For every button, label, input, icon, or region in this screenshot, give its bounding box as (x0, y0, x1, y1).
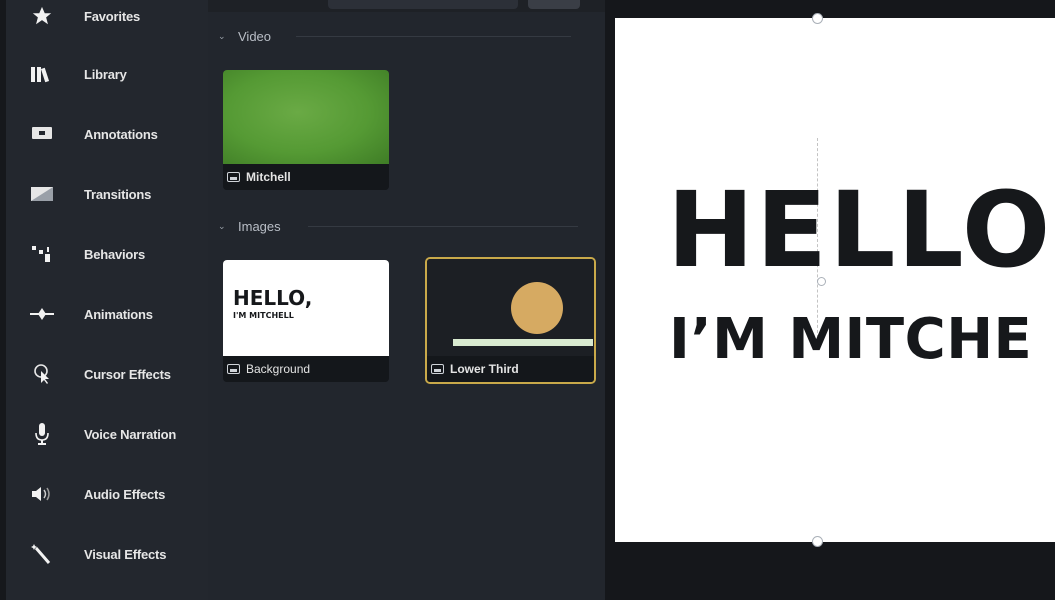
clip-name: Background (246, 362, 311, 376)
image-clip-icon (227, 364, 240, 374)
sidebar-item-transitions[interactable]: Transitions (6, 164, 208, 224)
section-divider (296, 36, 571, 37)
canvas-area: HELLO I’M MITCHE (605, 0, 1055, 600)
section-title: Video (238, 28, 272, 44)
sidebar-item-label: Behaviors (84, 246, 146, 262)
annotation-icon (22, 119, 62, 149)
sidebar-item-label: Cursor Effects (84, 366, 171, 382)
resize-handle-top[interactable] (812, 13, 823, 24)
section-divider (308, 226, 578, 227)
speaker-icon (22, 479, 62, 509)
clip-name: Lower Third (450, 362, 519, 376)
clip-caption: Mitchell (223, 164, 389, 190)
chevron-down-icon: ⌄ (218, 30, 226, 41)
section-title: Images (238, 218, 281, 234)
rotate-handle[interactable] (817, 277, 826, 286)
sidebar-item-animations[interactable]: Animations (6, 284, 208, 344)
sidebar-item-label: Audio Effects (84, 486, 166, 502)
media-clip-background[interactable]: HELLO, I'M MITCHELL Background (223, 260, 389, 382)
image-clip-icon (431, 364, 444, 374)
sidebar-item-library[interactable]: Library (6, 44, 208, 104)
preview-canvas[interactable]: HELLO I’M MITCHE (615, 18, 1055, 542)
sidebar-item-label: Favorites (84, 8, 141, 24)
behaviors-icon (22, 239, 62, 269)
sidebar-item-favorites[interactable]: Favorites (6, 0, 208, 46)
media-clip-mitchell[interactable]: Mitchell (223, 70, 389, 190)
sidebar-item-voice-narration[interactable]: Voice Narration (6, 404, 208, 464)
image-thumbnail (427, 259, 594, 356)
microphone-icon (22, 419, 62, 449)
sidebar-item-label: Library (84, 66, 127, 82)
canvas-subtitle-text[interactable]: I’M MITCHE (669, 310, 1032, 370)
video-section-header[interactable]: ⌄ Video (218, 27, 271, 45)
clip-caption: Background (223, 356, 389, 382)
panel-top-toolbar (208, 0, 605, 12)
sidebar-item-label: Transitions (84, 186, 152, 202)
canvas-title-text[interactable]: HELLO (667, 178, 1052, 282)
sidebar-item-label: Visual Effects (84, 546, 167, 562)
cursor-icon (22, 359, 62, 389)
chevron-down-icon: ⌄ (218, 220, 226, 231)
sidebar-item-cursor-effects[interactable]: Cursor Effects (6, 344, 208, 404)
tools-sidebar: Favorites Library Annotations Transition… (0, 0, 208, 600)
video-thumbnail (223, 70, 389, 164)
sidebar-item-behaviors[interactable]: Behaviors (6, 224, 208, 284)
sidebar-item-visual-effects[interactable]: Visual Effects (6, 524, 208, 584)
sidebar-item-annotations[interactable]: Annotations (6, 104, 208, 164)
sidebar-item-label: Voice Narration (84, 426, 177, 442)
video-clip-icon (227, 172, 240, 182)
search-field-edge[interactable] (328, 0, 518, 9)
star-icon (22, 1, 62, 31)
transition-icon (22, 179, 62, 209)
media-bin-panel: ⌄ Video Mitchell ⌄ Images HELLO, I'M MIT… (208, 0, 605, 600)
thumb-title: HELLO, (233, 286, 313, 310)
library-icon (22, 59, 62, 89)
media-clip-lower-third[interactable]: Lower Third (425, 257, 596, 384)
resize-handle-bottom[interactable] (812, 536, 823, 547)
thumb-subtitle: I'M MITCHELL (233, 311, 294, 320)
sidebar-item-audio-effects[interactable]: Audio Effects (6, 464, 208, 524)
image-thumbnail: HELLO, I'M MITCHELL (223, 260, 389, 356)
sidebar-item-label: Animations (84, 306, 153, 322)
clip-caption: Lower Third (427, 356, 594, 382)
sidebar-item-label: Annotations (84, 126, 158, 142)
magic-wand-icon (22, 539, 62, 569)
images-section-header[interactable]: ⌄ Images (218, 217, 281, 235)
view-toggle-edge[interactable] (528, 0, 580, 9)
animation-icon (22, 299, 62, 329)
clip-name: Mitchell (246, 170, 291, 184)
lower-third-bar (453, 339, 593, 346)
lower-third-circle (511, 282, 563, 334)
